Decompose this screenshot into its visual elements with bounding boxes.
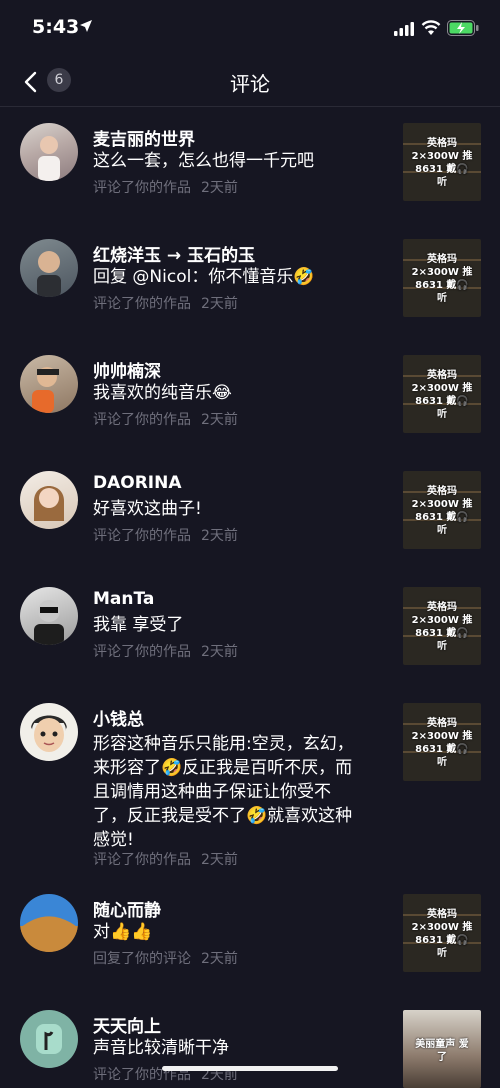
video-thumbnail[interactable]: 英格玛 2×300W 推8631 戴🎧听 (403, 239, 481, 317)
avatar[interactable] (20, 1010, 78, 1068)
user-name[interactable]: 帅帅楠深 (93, 357, 161, 382)
timestamp: 2天前 (201, 180, 238, 196)
user-name[interactable]: DAORINA (93, 473, 182, 493)
avatar[interactable] (20, 123, 78, 181)
thumbnail-caption: 英格玛 2×300W 推8631 戴🎧听 (411, 602, 473, 652)
thumbnail-caption: 英格玛 2×300W 推8631 戴🎧听 (411, 254, 473, 304)
comment-text: 声音比较清晰干净 (93, 1038, 229, 1058)
action-text: 评论了你的作品 (93, 852, 191, 868)
avatar[interactable] (20, 587, 78, 645)
action-text: 评论了你的作品 (93, 644, 191, 660)
comment-meta: 评论了你的作品 2天前 (93, 177, 248, 197)
list-item[interactable]: 小钱总 形容这种音乐只能用:空灵，玄幻，来形容了🤣反正我是百听不厌，而且调情用这… (0, 687, 500, 894)
action-text: 评论了你的作品 (93, 180, 191, 196)
avatar[interactable] (20, 894, 78, 952)
page-title: 评论 (230, 72, 270, 96)
video-thumbnail[interactable]: 英格玛 2×300W 推8631 戴🎧听 (403, 894, 481, 972)
avatar[interactable] (20, 471, 78, 529)
thumbnail-caption: 英格玛 2×300W 推8631 戴🎧听 (411, 909, 473, 959)
comment-text: 我靠 享受了 (93, 615, 184, 635)
cellular-signal-icon (394, 22, 414, 36)
list-item[interactable]: 红烧洋玉 → 玉石的玉 回复 @Nicol：你不懂音乐🤣 评论了你的作品 2天前 … (0, 223, 500, 339)
thumbnail-caption: 英格玛 2×300W 推8631 戴🎧听 (411, 138, 473, 188)
comment-meta: 评论了你的作品 2天前 (93, 641, 248, 661)
thumbnail-caption: 英格玛 2×300W 推8631 戴🎧听 (411, 486, 473, 536)
list-item[interactable]: 麦吉丽的世界 这么一套，怎么也得一千元吧 评论了你的作品 2天前 英格玛 2×30… (0, 107, 500, 223)
timestamp: 2天前 (201, 412, 238, 428)
timestamp: 2天前 (201, 852, 238, 868)
avatar[interactable] (20, 239, 78, 297)
thumbnail-caption: 英格玛 2×300W 推8631 戴🎧听 (411, 718, 473, 768)
action-text: 评论了你的作品 (93, 412, 191, 428)
thumbnail-caption: 美丽童声 爱了 (415, 1039, 469, 1063)
list-item[interactable]: ManTa 我靠 享受了 评论了你的作品 2天前 英格玛 2×300W 推8631… (0, 571, 500, 687)
comment-meta: 评论了你的作品 2天前 (93, 409, 248, 429)
comment-meta: 评论了你的作品 2天前 (93, 849, 248, 869)
wifi-icon (421, 20, 441, 35)
comment-text: 好喜欢这曲子! (93, 499, 202, 519)
user-name[interactable]: 天天向上 (93, 1012, 161, 1037)
timestamp: 2天前 (201, 296, 238, 312)
list-item[interactable]: 帅帅楠深 我喜欢的纯音乐😂 评论了你的作品 2天前 英格玛 2×300W 推863… (0, 339, 500, 455)
action-text: 评论了你的作品 (93, 528, 191, 544)
avatar[interactable] (20, 355, 78, 413)
video-thumbnail[interactable]: 美丽童声 爱了 (403, 1010, 481, 1088)
comment-text: 我喜欢的纯音乐😂 (93, 383, 232, 403)
user-name[interactable]: 随心而静 (93, 896, 161, 921)
video-thumbnail[interactable]: 英格玛 2×300W 推8631 戴🎧听 (403, 703, 481, 781)
home-indicator[interactable] (162, 1066, 338, 1071)
video-thumbnail[interactable]: 英格玛 2×300W 推8631 戴🎧听 (403, 587, 481, 665)
timestamp: 2天前 (201, 951, 238, 967)
comment-text: 这么一套，怎么也得一千元吧 (93, 151, 314, 171)
comment-text: 对👍👍 (93, 922, 153, 942)
list-item[interactable]: DAORINA 好喜欢这曲子! 评论了你的作品 2天前 英格玛 2×300W 推8… (0, 455, 500, 571)
avatar[interactable] (20, 703, 78, 761)
location-arrow-icon (80, 20, 92, 32)
comment-meta: 评论了你的作品 2天前 (93, 525, 248, 545)
timestamp: 2天前 (201, 528, 238, 544)
comment-meta: 评论了你的作品 2天前 (93, 293, 248, 313)
timestamp: 2天前 (201, 644, 238, 660)
comment-text: 回复 @Nicol：你不懂音乐🤣 (93, 267, 315, 287)
video-thumbnail[interactable]: 英格玛 2×300W 推8631 戴🎧听 (403, 471, 481, 549)
list-item[interactable]: 随心而静 对👍👍 回复了你的评论 2天前 英格玛 2×300W 推8631 戴🎧听 (0, 878, 500, 994)
thumbnail-caption: 英格玛 2×300W 推8631 戴🎧听 (411, 370, 473, 420)
action-text: 评论了你的作品 (93, 296, 191, 312)
comment-text: 形容这种音乐只能用:空灵，玄幻，来形容了🤣反正我是百听不厌，而且调情用这种曲子保… (93, 734, 354, 850)
video-thumbnail[interactable]: 英格玛 2×300W 推8631 戴🎧听 (403, 123, 481, 201)
video-thumbnail[interactable]: 英格玛 2×300W 推8631 戴🎧听 (403, 355, 481, 433)
nav-bar: 6 评论 (0, 58, 500, 107)
user-name[interactable]: 红烧洋玉 → 玉石的玉 (93, 241, 255, 266)
status-bar: 5:43 (0, 0, 500, 58)
action-text: 回复了你的评论 (93, 951, 191, 967)
user-name[interactable]: 麦吉丽的世界 (93, 125, 195, 150)
comment-meta: 回复了你的评论 2天前 (93, 948, 248, 968)
user-name[interactable]: 小钱总 (93, 705, 144, 730)
user-name[interactable]: ManTa (93, 589, 154, 609)
status-time: 5:43 (32, 16, 80, 38)
battery-charging-icon (447, 20, 479, 36)
